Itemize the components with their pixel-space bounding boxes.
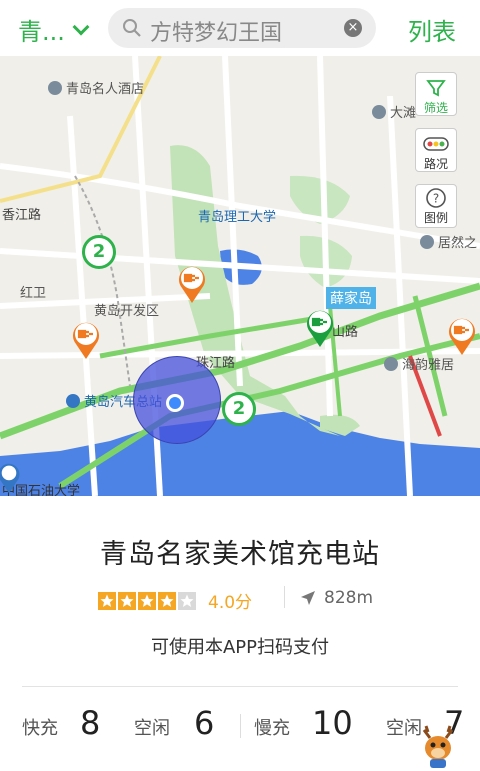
divider xyxy=(284,586,285,608)
filter-icon xyxy=(426,80,446,97)
slow-charge-label: 慢充 xyxy=(254,718,290,739)
search-icon xyxy=(123,19,141,37)
distance-value: 828m xyxy=(324,588,374,608)
slow-charge-count: 10 xyxy=(312,704,353,742)
star-icon xyxy=(138,591,156,610)
top-bar: 青... 方特梦幻王国 × 列表 xyxy=(0,0,480,56)
divider xyxy=(240,714,241,738)
map-label-dayang: 大滩 xyxy=(372,102,416,121)
rating-score: 4.0分 xyxy=(208,593,253,613)
map-label-xiangjiang: 香江路 xyxy=(2,208,42,223)
list-button[interactable]: 列表 xyxy=(408,12,456,47)
map-label-huangdao-dev: 黄岛开发区 xyxy=(94,304,160,319)
map-base xyxy=(0,56,480,496)
selected-charger-pin-icon[interactable] xyxy=(304,306,336,348)
map-label-hotel: 青岛名人酒店 xyxy=(48,78,144,97)
search-input[interactable]: 方特梦幻王国 xyxy=(150,15,282,47)
city-selector[interactable]: 青... xyxy=(18,12,90,47)
fast-charge-count: 8 xyxy=(80,704,101,742)
star-empty-icon xyxy=(178,591,196,610)
user-location-icon xyxy=(166,394,184,412)
navigation-arrow-icon xyxy=(301,591,315,605)
legend-button[interactable]: ? 图例 xyxy=(415,184,457,228)
star-icon xyxy=(98,591,116,610)
charger-pin-icon[interactable] xyxy=(176,262,208,304)
map-label-hongwei: 红卫 xyxy=(20,286,47,301)
map-label-haiyun: 海韵雅居 xyxy=(384,354,454,373)
map-label-university: 青岛理工大学 xyxy=(198,210,277,225)
charger-stats: 快充 8 空闲 6 慢充 10 空闲 7 xyxy=(0,702,480,746)
distance: 828m xyxy=(300,588,373,608)
chevron-down-icon xyxy=(72,18,90,35)
svg-text:?: ? xyxy=(433,192,439,206)
fast-charge-label: 快充 xyxy=(22,718,58,739)
city-label: 青... xyxy=(18,18,65,46)
charger-pin-icon[interactable] xyxy=(70,318,102,360)
fast-free-count: 6 xyxy=(194,704,215,742)
mascot-icon[interactable] xyxy=(414,722,462,770)
university-marker-icon xyxy=(0,463,20,494)
star-rating: 4.0分 xyxy=(98,588,252,613)
traffic-button[interactable]: 路况 xyxy=(415,128,457,172)
fast-free-label: 空闲 xyxy=(134,718,170,739)
station-cluster[interactable]: 2 xyxy=(82,235,116,269)
help-icon: ? xyxy=(426,188,446,208)
star-icon xyxy=(118,591,136,610)
map-view[interactable]: 青岛名人酒店 大滩 青岛理工大学 香江路 居然之 红卫 黄岛开发区 薛家岛 珠江… xyxy=(0,56,480,496)
station-name: 青岛名家美术馆充电站 xyxy=(100,539,380,570)
station-info-panel[interactable]: 青岛名家美术馆充电站 4.0分 828m 可使用本APP扫码支付 快充 8 空闲… xyxy=(0,496,480,771)
search-bar[interactable]: 方特梦幻王国 × xyxy=(108,8,376,48)
divider xyxy=(22,686,458,687)
map-label-juran: 居然之 xyxy=(420,232,477,251)
payment-note: 可使用本APP扫码支付 xyxy=(150,637,330,658)
station-cluster[interactable]: 2 xyxy=(222,392,256,426)
clear-icon[interactable]: × xyxy=(344,19,362,37)
star-icon xyxy=(158,591,176,610)
traffic-icon xyxy=(423,137,449,151)
charger-pin-icon[interactable] xyxy=(446,314,478,356)
filter-button[interactable]: 筛选 xyxy=(415,72,457,116)
